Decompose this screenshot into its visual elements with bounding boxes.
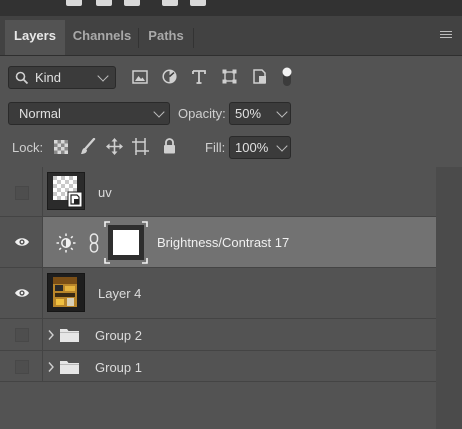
chevron-down-icon <box>97 70 109 82</box>
visibility-column <box>0 351 43 381</box>
fill-value: 100% <box>235 140 269 155</box>
filter-toggle-icon[interactable] <box>280 66 294 88</box>
lock-position-icon[interactable] <box>106 138 123 155</box>
folder-icon <box>60 361 79 374</box>
layer-name: Layer 4 <box>98 286 142 301</box>
opacity-field[interactable]: 50% <box>229 102 291 125</box>
visibility-toggle[interactable] <box>15 186 29 200</box>
visibility-column <box>0 268 43 318</box>
layer-name: Brightness/Contrast 17 <box>157 235 290 250</box>
toolbar-button[interactable] <box>162 0 178 6</box>
lock-image-pixels-icon[interactable] <box>80 138 96 155</box>
panel-tab-bar: Layers Channels Paths <box>0 16 462 56</box>
tab-divider <box>193 28 194 48</box>
visibility-column <box>0 167 43 216</box>
eye-icon[interactable] <box>14 287 30 299</box>
eye-icon[interactable] <box>14 236 30 248</box>
layer-name: uv <box>98 185 112 200</box>
layer-name: Group 1 <box>95 360 142 375</box>
visibility-toggle[interactable] <box>15 360 29 374</box>
opacity-value: 50% <box>235 106 262 121</box>
folder-icon <box>60 329 79 342</box>
lock-label: Lock: <box>12 140 44 155</box>
brightness-contrast-icon <box>56 233 76 253</box>
blend-mode-select[interactable]: Normal <box>8 102 170 125</box>
chevron-down-icon <box>276 140 288 152</box>
chevron-down-icon <box>153 106 165 118</box>
smart-object-thumbnail <box>47 172 85 210</box>
search-icon <box>15 71 29 85</box>
toolbar-button[interactable] <box>190 0 206 6</box>
link-icon[interactable] <box>89 233 99 253</box>
layer-row-layer-4[interactable]: Layer 4 <box>0 268 436 319</box>
shape-layer-filter-icon[interactable] <box>222 69 237 84</box>
visibility-column <box>0 217 43 267</box>
fill-label: Fill: <box>205 140 226 155</box>
layer-row-group-2[interactable]: Group 2 <box>0 319 436 351</box>
layers-scrollbar[interactable] <box>436 167 462 429</box>
layer-row-uv[interactable]: uv <box>0 167 436 217</box>
layers-empty-area <box>0 382 436 429</box>
chevron-down-icon <box>276 106 288 118</box>
opacity-label: Opacity: <box>178 106 226 121</box>
filter-kind-select[interactable]: Kind <box>8 66 116 89</box>
tab-layers[interactable]: Layers <box>5 20 65 55</box>
lock-transparent-pixels-icon[interactable] <box>54 140 68 154</box>
toolbar-button[interactable] <box>96 0 112 6</box>
tab-channels[interactable]: Channels <box>66 20 138 55</box>
type-layer-filter-icon[interactable] <box>192 69 206 84</box>
adjustment-layer-filter-icon[interactable] <box>162 69 177 84</box>
chevron-right-icon[interactable] <box>47 361 55 373</box>
layer-thumbnail <box>47 273 85 312</box>
pixel-layer-filter-icon[interactable] <box>132 70 148 84</box>
filter-kind-label: Kind <box>35 70 62 85</box>
panel-menu-icon[interactable] <box>440 31 452 39</box>
toolbar-button[interactable] <box>124 0 140 6</box>
visibility-toggle[interactable] <box>15 328 29 342</box>
layers-list: uv Brightness/Contrast 17 Layer 4 Group … <box>0 167 436 382</box>
layer-row-group-1[interactable]: Group 1 <box>0 351 436 382</box>
fill-field[interactable]: 100% <box>229 136 291 159</box>
blend-mode-value: Normal <box>19 106 61 121</box>
chevron-right-icon[interactable] <box>47 329 55 341</box>
layer-row-brightness-contrast[interactable]: Brightness/Contrast 17 <box>0 217 436 268</box>
toolbar-button[interactable] <box>66 0 82 6</box>
lock-artboard-icon[interactable] <box>132 138 149 155</box>
lock-all-icon[interactable] <box>163 138 176 154</box>
layer-name: Group 2 <box>95 328 142 343</box>
smart-object-filter-icon[interactable] <box>253 69 267 84</box>
tab-paths[interactable]: Paths <box>139 20 193 55</box>
visibility-column <box>0 319 43 350</box>
top-panel-strip <box>0 0 462 16</box>
layer-mask-thumbnail[interactable] <box>104 221 148 264</box>
